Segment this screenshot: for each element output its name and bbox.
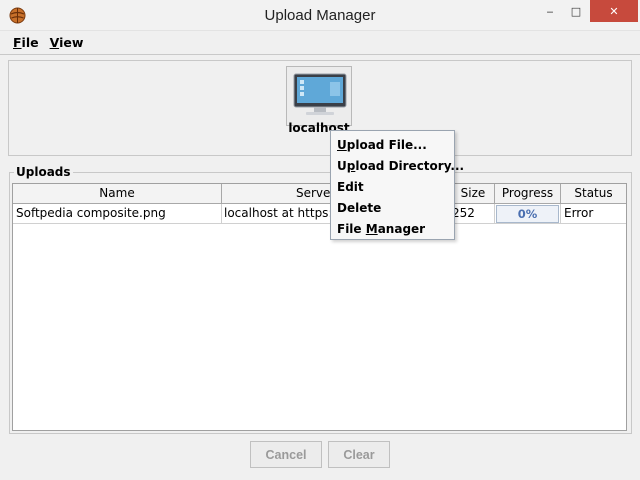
progress-bar: 0% <box>496 205 559 223</box>
upload-file-label: pload File... <box>346 138 427 152</box>
menu-view[interactable]: View <box>50 35 84 50</box>
uploads-table[interactable]: Name Server Size Progress Status Softped… <box>12 183 627 431</box>
menu-file-accel: F <box>13 35 22 50</box>
cell-status: Error <box>564 206 594 220</box>
context-menu: Upload File... Upload Directory... Edit … <box>330 130 464 240</box>
table-row[interactable]: Softpedia composite.png localhost at htt… <box>13 204 626 224</box>
menu-file-label: ile <box>21 35 39 50</box>
server-localhost[interactable] <box>286 66 352 126</box>
column-header-size[interactable]: Size <box>452 184 495 203</box>
menu-item-upload-directory[interactable]: Upload Directory... <box>337 156 464 176</box>
column-header-status[interactable]: Status <box>561 184 626 203</box>
column-header-progress[interactable]: Progress <box>495 184 561 203</box>
menu-item-upload-file[interactable]: Upload File... <box>337 135 427 155</box>
menu-view-label: iew <box>59 35 84 50</box>
menu-view-accel: V <box>49 35 60 50</box>
cell-name: Softpedia composite.png <box>13 204 222 223</box>
minimize-button[interactable]: ‒ <box>536 0 564 22</box>
file-manager-pre: File <box>337 222 366 236</box>
file-manager-label: anager <box>377 222 426 236</box>
menu-item-edit[interactable]: Edit <box>337 177 364 197</box>
upload-file-accel: U <box>337 138 347 152</box>
menu-item-delete[interactable]: Delete <box>337 198 381 218</box>
table-header: Name Server Size Progress Status <box>13 184 626 204</box>
upload-directory-pre: U <box>337 159 347 173</box>
uploads-title: Uploads <box>14 165 73 179</box>
upload-directory-label: load Directory... <box>355 159 465 173</box>
menubar: File View <box>0 31 640 55</box>
cancel-button[interactable]: Cancel <box>250 441 322 468</box>
column-header-name[interactable]: Name <box>13 184 222 203</box>
menu-item-file-manager[interactable]: File Manager <box>337 219 425 239</box>
monitor-icon <box>293 73 347 115</box>
maximize-button[interactable]: □ <box>562 0 590 22</box>
clear-button[interactable]: Clear <box>328 441 390 468</box>
cell-size: 252 <box>452 204 495 223</box>
file-manager-accel: M <box>365 222 378 236</box>
title-bar: Upload Manager ‒ □ ✕ <box>0 0 640 31</box>
menu-file[interactable]: File <box>13 35 39 50</box>
close-button[interactable]: ✕ <box>590 0 638 22</box>
